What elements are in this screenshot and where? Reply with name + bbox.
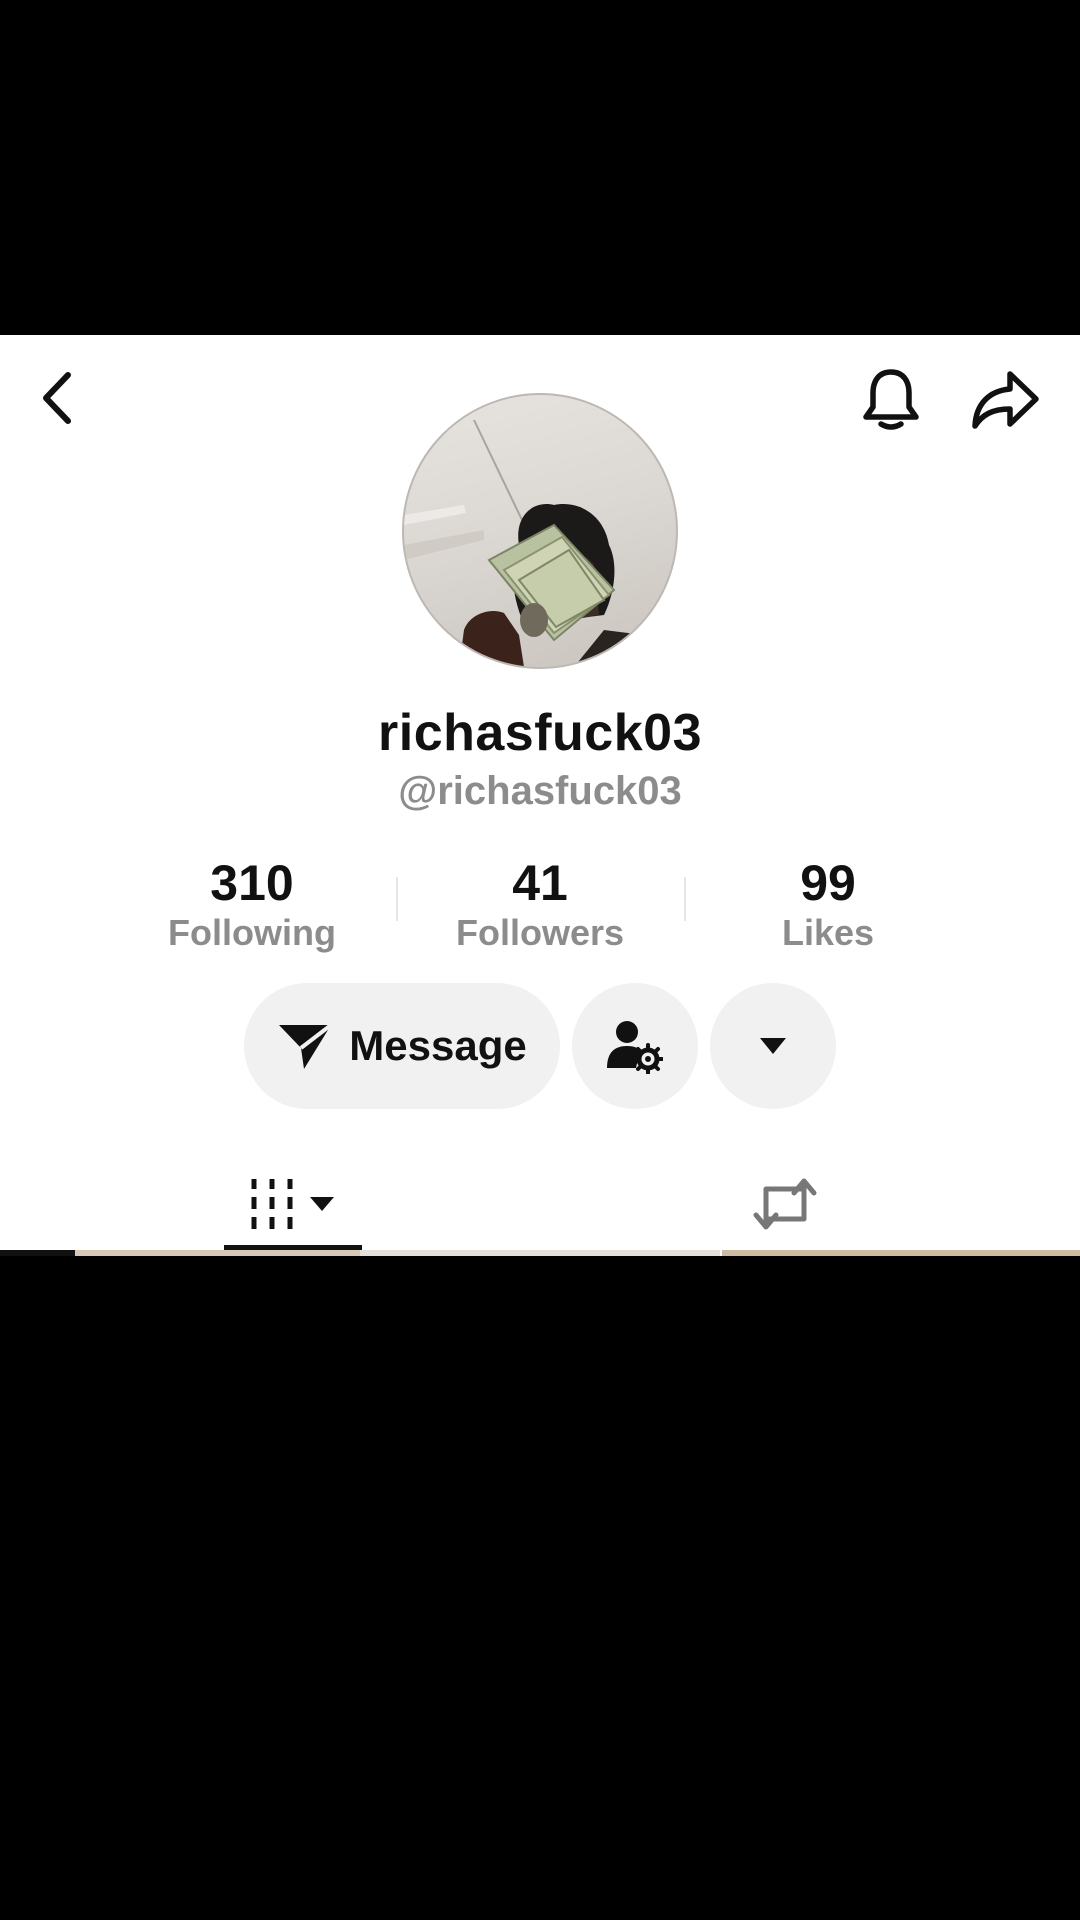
stat-followers[interactable]: 41 Followers <box>420 855 660 955</box>
message-button[interactable]: Message <box>244 983 560 1109</box>
user-gear-icon <box>607 1021 663 1074</box>
repost-icon <box>753 1178 817 1230</box>
share-arrow-icon <box>972 371 1039 429</box>
display-name: richasfuck03 <box>378 704 702 762</box>
back-button[interactable] <box>34 365 80 431</box>
following-count: 310 <box>210 855 294 911</box>
letterbox-top <box>0 0 1080 335</box>
caret-down-icon <box>760 1038 786 1054</box>
avatar[interactable] <box>402 393 678 669</box>
followers-count: 41 <box>512 855 568 911</box>
share-button[interactable] <box>968 365 1042 435</box>
chevron-left-icon <box>43 372 71 424</box>
stat-divider <box>684 877 686 921</box>
letterbox-bottom <box>0 1256 1080 1920</box>
grid-bars-icon <box>251 1179 334 1229</box>
bell-icon <box>863 369 919 430</box>
avatar-photo <box>404 419 676 667</box>
followers-label: Followers <box>455 912 625 953</box>
tab-reposts[interactable] <box>740 1155 830 1253</box>
username-handle: @richasfuck03 <box>398 769 682 813</box>
likes-label: Likes <box>781 912 875 953</box>
more-options-button[interactable] <box>710 983 836 1109</box>
stat-following[interactable]: 310 Following <box>132 855 372 955</box>
message-button-label: Message <box>349 1022 527 1069</box>
following-label: Following <box>168 912 336 953</box>
notification-bell-button[interactable] <box>858 365 924 435</box>
content-tabs <box>0 1155 1080 1255</box>
tab-videos[interactable] <box>224 1155 362 1253</box>
stat-likes[interactable]: 99 Likes <box>708 855 948 955</box>
likes-count: 99 <box>800 855 856 911</box>
stat-divider <box>396 877 398 921</box>
friend-settings-button[interactable] <box>572 983 698 1109</box>
send-icon <box>279 1023 333 1069</box>
profile-screen: richasfuck03 @richasfuck03 310 Following… <box>0 335 1080 1256</box>
